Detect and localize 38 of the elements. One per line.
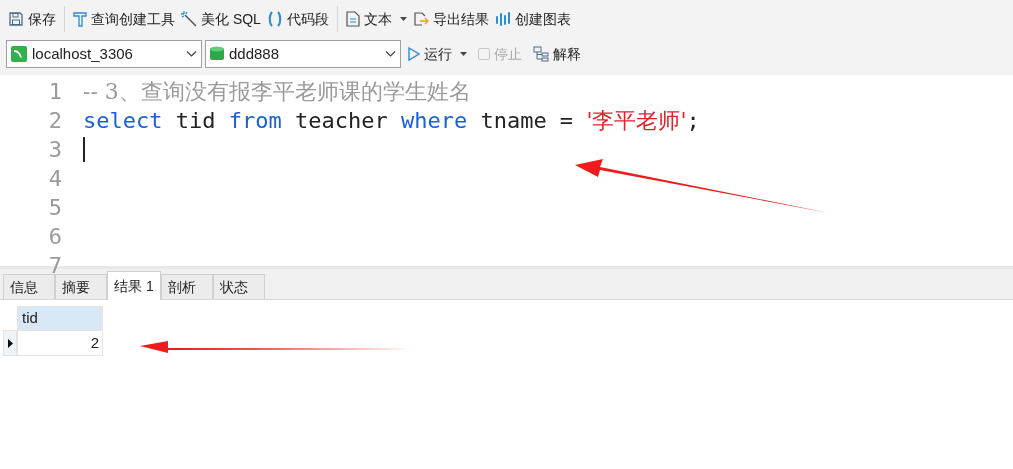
line-number: 2 bbox=[47, 107, 63, 135]
toolbar-button[interactable]: 创建图表 bbox=[492, 5, 573, 33]
magic-wand-icon bbox=[181, 11, 197, 27]
code-line: select tid from teacher where tname = '李平老师'; bbox=[83, 107, 700, 135]
chart-icon bbox=[494, 11, 511, 27]
toolbar-button[interactable]: 美化 SQL bbox=[179, 5, 263, 33]
dropdown-field[interactable]: ddd888 bbox=[205, 40, 401, 68]
database-icon bbox=[210, 46, 224, 62]
column-header[interactable]: tid bbox=[17, 306, 103, 330]
chevron-down-icon bbox=[385, 51, 396, 57]
toolbar-button[interactable]: 导出结果 bbox=[410, 5, 491, 33]
line-number: 5 bbox=[47, 194, 63, 222]
stop-icon bbox=[478, 48, 490, 60]
line-number: 6 bbox=[47, 223, 63, 251]
tab[interactable]: 信息 bbox=[3, 274, 55, 299]
toolbar-button[interactable]: 代码段 bbox=[264, 5, 331, 33]
tab[interactable]: 状态 bbox=[212, 274, 265, 299]
chevron-down-icon bbox=[186, 51, 197, 57]
line-number: 3 bbox=[47, 136, 63, 164]
code-comment: -- 3、查询没有报李平老师课的学生姓名 bbox=[83, 78, 471, 106]
play-icon bbox=[408, 47, 420, 61]
tab[interactable]: 结果 1 bbox=[107, 271, 161, 300]
tab[interactable]: 摘要 bbox=[55, 274, 107, 299]
line-number: 4 bbox=[47, 165, 63, 193]
dropdown-field[interactable]: localhost_3306 bbox=[6, 40, 202, 68]
document-icon bbox=[345, 11, 360, 27]
line-number: 1 bbox=[47, 78, 63, 106]
toolbar-button[interactable]: 保存 bbox=[6, 5, 58, 33]
toolbar-button[interactable]: 查询创建工具 bbox=[71, 5, 177, 33]
tab[interactable]: 剖析 bbox=[160, 274, 213, 299]
export-icon bbox=[412, 11, 429, 27]
diagram-icon bbox=[533, 46, 549, 62]
table-cell: 2 bbox=[17, 330, 103, 356]
toolbar-button[interactable]: 运行 bbox=[404, 40, 471, 68]
save-icon bbox=[8, 11, 24, 27]
braces-icon bbox=[266, 11, 283, 27]
toolbar-button[interactable]: 文本 bbox=[343, 5, 409, 33]
toolbar-button[interactable]: 解释 bbox=[529, 40, 585, 68]
